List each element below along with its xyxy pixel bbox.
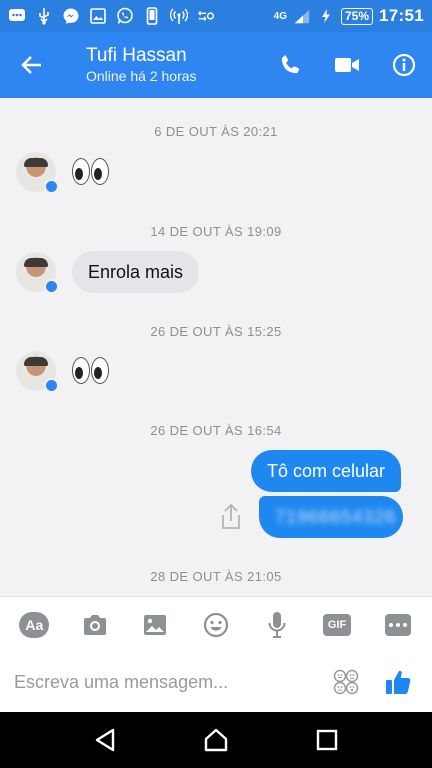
eyes-emoji-message[interactable] xyxy=(72,357,109,384)
status-bar: 4G 75% 17:51 xyxy=(0,0,432,32)
message-timestamp: 28 DE OUT ÀS 21:05 xyxy=(150,569,282,584)
thumbs-up-icon xyxy=(386,670,411,694)
share-button[interactable] xyxy=(216,501,246,533)
whatsapp-icon xyxy=(116,7,134,25)
message-timestamp: 14 DE OUT ÀS 19:09 xyxy=(150,224,282,239)
conversation-header: Tufi Hassan Online há 2 horas xyxy=(0,32,432,98)
image-icon xyxy=(144,614,167,635)
info-button[interactable] xyxy=(375,32,432,98)
voice-call-button[interactable] xyxy=(261,32,318,98)
usb-icon xyxy=(35,7,53,25)
signal-icon xyxy=(293,7,311,25)
nav-back-button[interactable] xyxy=(81,716,129,764)
blurred-phone-number: 71966654326 xyxy=(275,507,397,527)
back-nav-icon xyxy=(96,728,115,752)
phone-icon xyxy=(281,55,299,74)
recents-nav-icon xyxy=(316,729,337,751)
message-list[interactable]: 6 DE OUT ÀS 20:21 14 DE OUT ÀS 19:09 Enr… xyxy=(0,98,432,596)
messenger-badge-icon xyxy=(44,378,59,393)
stickers-button[interactable] xyxy=(324,660,368,704)
messenger-badge-icon xyxy=(44,179,59,194)
gallery-icon xyxy=(89,7,107,25)
message-timestamp: 6 DE OUT ÀS 20:21 xyxy=(154,124,278,139)
incoming-message[interactable]: Enrola mais xyxy=(72,251,200,293)
info-icon xyxy=(392,53,415,77)
contact-info[interactable]: Tufi Hassan Online há 2 horas xyxy=(64,45,261,85)
contact-name: Tufi Hassan xyxy=(86,45,187,66)
message-timestamp: 26 DE OUT ÀS 15:25 xyxy=(150,324,282,339)
text-format-button[interactable]: Aa xyxy=(14,605,54,645)
stickers-icon xyxy=(333,669,359,695)
gallery-button[interactable] xyxy=(135,605,175,645)
emoji-icon xyxy=(203,612,229,637)
battery-indicator: 75% xyxy=(340,7,374,25)
avatar[interactable] xyxy=(16,152,59,194)
messenger-icon xyxy=(62,7,80,25)
contact-status: Online há 2 horas xyxy=(86,68,197,84)
phone-device-icon xyxy=(143,7,161,25)
home-nav-icon xyxy=(204,728,228,752)
chat-notification-icon xyxy=(8,7,26,25)
message-timestamp: 26 DE OUT ÀS 16:54 xyxy=(150,423,282,438)
camera-button[interactable] xyxy=(75,605,115,645)
composer-toolbar: Aa GIF xyxy=(0,596,432,652)
clock: 17:51 xyxy=(379,6,424,25)
text-format-icon: Aa xyxy=(19,611,50,638)
charging-icon xyxy=(317,7,335,25)
messenger-badge-icon xyxy=(44,279,59,294)
share-icon xyxy=(222,503,240,529)
avatar[interactable] xyxy=(16,252,59,294)
video-camera-icon xyxy=(334,58,359,72)
like-button[interactable] xyxy=(378,660,418,704)
gif-button[interactable]: GIF xyxy=(317,605,357,645)
avatar[interactable] xyxy=(16,351,59,393)
emoji-button[interactable] xyxy=(196,605,236,645)
eyes-emoji-message[interactable] xyxy=(72,158,109,185)
video-call-button[interactable] xyxy=(318,32,375,98)
nav-recents-button[interactable] xyxy=(303,716,351,764)
back-button[interactable] xyxy=(0,32,64,98)
more-button[interactable] xyxy=(378,605,418,645)
outgoing-message-blurred[interactable]: 71966654326 xyxy=(259,496,403,538)
notification-icons xyxy=(8,7,215,25)
gif-icon: GIF xyxy=(323,613,352,636)
microphone-icon xyxy=(268,611,286,638)
back-arrow-icon xyxy=(21,56,41,74)
nav-home-button[interactable] xyxy=(192,716,240,764)
message-input[interactable] xyxy=(14,671,324,693)
hotspot-icon xyxy=(170,7,188,25)
system-navigation-bar xyxy=(0,712,432,768)
network-type-label: 4G xyxy=(273,10,287,22)
sync-settings-icon xyxy=(197,7,215,25)
more-icon xyxy=(384,613,411,636)
camera-icon xyxy=(83,614,106,635)
message-input-bar xyxy=(0,652,432,712)
voice-message-button[interactable] xyxy=(257,605,297,645)
outgoing-message[interactable]: Tô com celular xyxy=(250,450,401,492)
